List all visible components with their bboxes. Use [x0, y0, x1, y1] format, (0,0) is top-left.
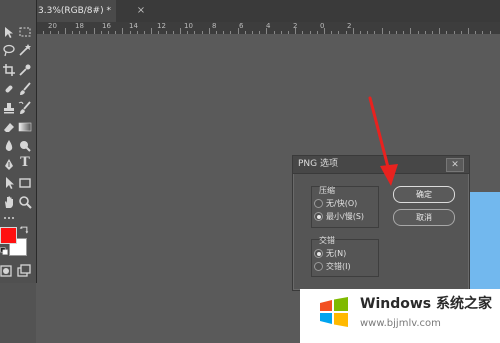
radio-button-selected[interactable] — [314, 249, 323, 258]
ruler-label: 6 — [239, 22, 244, 30]
option-label: 最小/慢(S) — [326, 212, 365, 221]
document-tab[interactable]: 3.3%(RGB/8#) * — [36, 0, 116, 22]
compression-option-smallest[interactable]: 最小/慢(S) — [314, 211, 364, 223]
interlace-option-interlaced[interactable]: 交错(I) — [314, 261, 351, 273]
hand-icon[interactable] — [2, 195, 16, 209]
quick-mask-icon[interactable] — [0, 264, 14, 278]
ruler-label: 2 — [347, 22, 352, 30]
radio-button[interactable] — [314, 199, 323, 208]
screen-mode-icon[interactable] — [17, 264, 31, 278]
watermark-url: www.bjjmlv.com — [360, 318, 441, 329]
document-tab-bar: 3.3%(RGB/8#) * × — [36, 0, 500, 22]
ruler-label: 14 — [129, 22, 138, 30]
edit-toolbar-icon[interactable] — [2, 211, 16, 225]
png-options-dialog: PNG 选项 ✕ 压缩 无/快(O) 最小/慢(S) 交错 无(N) 交错(I)… — [292, 155, 470, 291]
brush-icon[interactable] — [18, 82, 32, 96]
history-brush-icon[interactable] — [18, 101, 32, 115]
eraser-icon[interactable] — [2, 120, 16, 134]
watermark-badge: Windows 系统之家 www.bjjmlv.com — [300, 289, 500, 343]
option-label: 交错(I) — [326, 262, 351, 271]
magic-wand-icon[interactable] — [18, 43, 32, 57]
swap-colors-icon[interactable] — [19, 225, 29, 235]
healing-brush-icon[interactable] — [2, 82, 16, 96]
radio-button-selected[interactable] — [314, 212, 323, 221]
option-label: 无/快(O) — [326, 199, 358, 208]
gradient-icon[interactable] — [18, 120, 32, 134]
foreground-color-swatch[interactable] — [0, 227, 17, 244]
ruler-label: 16 — [102, 22, 111, 30]
eyedropper-icon[interactable] — [18, 63, 32, 77]
compression-label: 压缩 — [319, 186, 335, 195]
dialog-title-bar[interactable]: PNG 选项 ✕ — [293, 156, 469, 174]
clone-stamp-icon[interactable] — [2, 101, 16, 115]
close-icon[interactable]: ✕ — [446, 158, 464, 172]
marquee-icon[interactable] — [18, 25, 32, 39]
zoom-icon[interactable] — [18, 195, 32, 209]
move-icon[interactable] — [2, 25, 16, 39]
tools-panel: T — [0, 0, 37, 283]
dodge-icon[interactable] — [18, 139, 32, 153]
ruler-label: 12 — [157, 22, 166, 30]
ok-button[interactable]: 确定 — [393, 186, 455, 203]
crop-icon[interactable] — [2, 63, 16, 77]
watermark-title: Windows 系统之家 — [360, 296, 492, 312]
lasso-icon[interactable] — [2, 43, 16, 57]
close-tab-icon[interactable]: × — [136, 6, 146, 16]
compression-option-fast[interactable]: 无/快(O) — [314, 198, 357, 210]
cancel-button[interactable]: 取消 — [393, 209, 455, 226]
option-label: 无(N) — [326, 249, 347, 258]
pen-icon[interactable] — [2, 158, 16, 172]
default-colors-icon[interactable] — [0, 247, 8, 255]
ruler-label: 8 — [212, 22, 217, 30]
type-icon[interactable]: T — [18, 156, 32, 170]
rectangle-icon[interactable] — [18, 176, 32, 190]
ruler-label: 20 — [48, 22, 57, 30]
ruler-label: 10 — [184, 22, 193, 30]
radio-button[interactable] — [314, 262, 323, 271]
blur-icon[interactable] — [2, 139, 16, 153]
interlace-label: 交错 — [319, 236, 335, 245]
path-selection-icon[interactable] — [2, 176, 16, 190]
photoshop-window: 3.3%(RGB/8#) * × 20 18 16 14 12 10 8 6 4… — [0, 0, 500, 343]
ruler-label: 18 — [75, 22, 84, 30]
windows-logo-icon — [320, 297, 348, 327]
interlace-option-none[interactable]: 无(N) — [314, 248, 346, 260]
dialog-title: PNG 选项 — [298, 159, 338, 169]
toolbar-bottom-strip — [0, 283, 36, 343]
